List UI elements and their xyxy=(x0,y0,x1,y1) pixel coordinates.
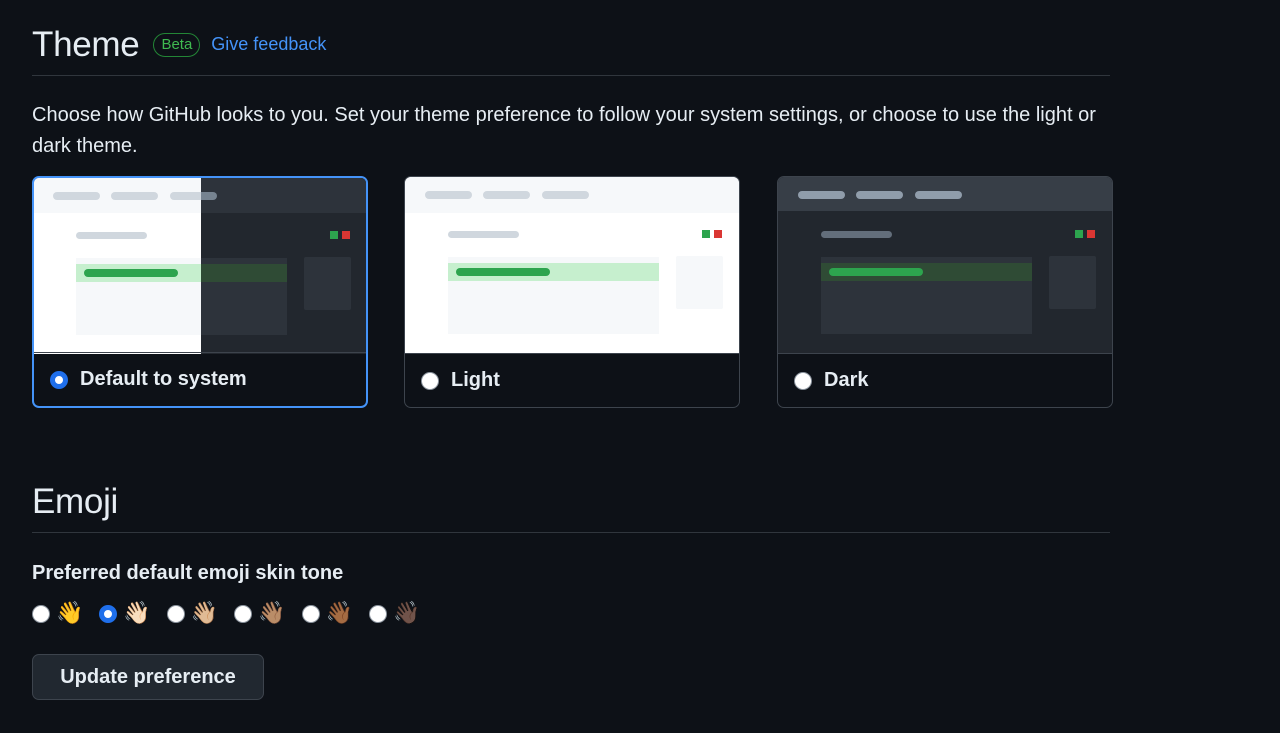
skin-tone-label: Preferred default emoji skin tone xyxy=(32,562,344,584)
skin-tone-option-medium[interactable]: 👋🏽 xyxy=(234,600,286,628)
skin-tone-options: 👋 👋🏻 👋🏼 👋🏽 👋🏾 👋🏿 xyxy=(32,600,436,628)
theme-option-footer: Light xyxy=(405,353,739,407)
emoji-title: Emoji xyxy=(32,481,119,521)
skin-tone-option-medium-light[interactable]: 👋🏼 xyxy=(166,600,219,628)
skin-tone-option-medium-dark[interactable]: 👋🏾 xyxy=(301,600,354,628)
theme-radio-default[interactable] xyxy=(50,370,68,389)
theme-option-footer: Dark xyxy=(778,353,1112,407)
emoji-section-header: Emoji xyxy=(32,470,1110,533)
theme-option-label: Dark xyxy=(824,369,869,391)
waving-hand-icon: 👋🏼 xyxy=(190,601,219,626)
theme-title: Theme xyxy=(32,25,140,64)
waving-hand-icon: 👋🏿 xyxy=(393,601,421,626)
theme-radio-light[interactable] xyxy=(421,371,439,390)
skin-tone-radio[interactable] xyxy=(99,605,118,623)
waving-hand-icon: 👋🏻 xyxy=(123,601,151,626)
update-preference-button[interactable]: Update preference xyxy=(32,654,264,700)
theme-option-light[interactable]: Light xyxy=(404,176,740,408)
theme-radio-dark[interactable] xyxy=(794,371,812,390)
skin-tone-radio[interactable] xyxy=(301,605,320,623)
skin-tone-radio[interactable] xyxy=(32,605,50,623)
skin-tone-radio[interactable] xyxy=(369,605,388,623)
waving-hand-icon: 👋🏽 xyxy=(258,601,286,626)
beta-badge: Beta xyxy=(153,32,201,57)
theme-option-default-to-system[interactable]: Default to system xyxy=(32,176,368,408)
theme-preview-dark xyxy=(778,177,1112,354)
theme-section-header: Theme Beta Give feedback xyxy=(32,14,1110,76)
theme-description: Choose how GitHub looks to you. Set your… xyxy=(32,104,1096,157)
waving-hand-icon: 👋🏾 xyxy=(325,601,354,626)
theme-option-dark[interactable]: Dark xyxy=(777,176,1113,408)
theme-preview-light xyxy=(405,177,739,354)
settings-page: Theme Beta Give feedback Choose how GitH… xyxy=(0,0,1280,733)
theme-option-footer: Default to system xyxy=(34,352,366,406)
theme-option-label: Light xyxy=(451,369,500,391)
skin-tone-radio[interactable] xyxy=(234,605,253,623)
waving-hand-icon: 👋 xyxy=(56,601,84,626)
skin-tone-radio[interactable] xyxy=(166,605,185,623)
skin-tone-option-default[interactable]: 👋 xyxy=(32,600,83,628)
theme-option-label: Default to system xyxy=(80,368,247,390)
skin-tone-option-dark[interactable]: 👋🏿 xyxy=(369,600,420,628)
skin-tone-option-light[interactable]: 👋🏻 xyxy=(99,600,151,628)
theme-preview-split xyxy=(34,178,366,354)
give-feedback-link[interactable]: Give feedback xyxy=(211,34,326,55)
